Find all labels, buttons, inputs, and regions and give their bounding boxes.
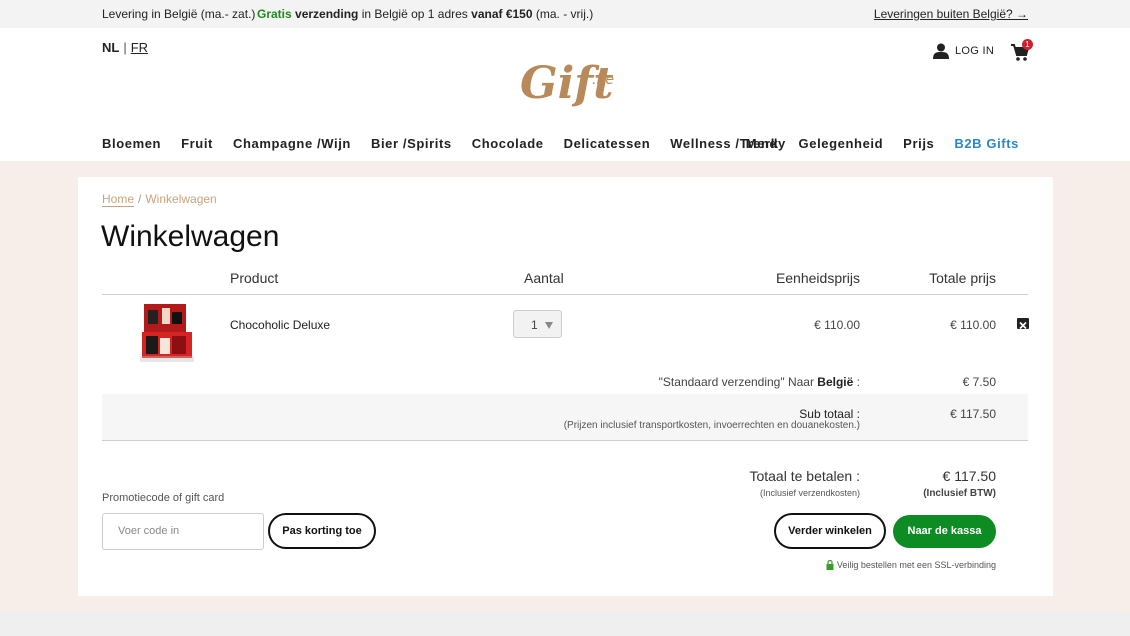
subtotal-row	[102, 394, 1028, 441]
lang-separator: |	[123, 40, 127, 55]
nav-item-bier-spirits[interactable]: Bier /Spirits	[371, 136, 452, 151]
total-price: € 110.00	[950, 318, 996, 332]
nav-item-delicatessen[interactable]: Delicatessen	[564, 136, 651, 151]
main-nav: Bloemen Fruit Champagne /Wijn Bier /Spir…	[102, 136, 806, 151]
lang-nl[interactable]: NL	[102, 40, 119, 55]
nav-item-chocolade[interactable]: Chocolade	[472, 136, 544, 151]
total-label: Totaal te betalen :	[749, 468, 860, 484]
delivery-info: Levering in België (ma.- zat.)	[102, 7, 256, 21]
secondary-nav: Merk Gelegenheid Prijs B2B Gifts	[726, 136, 1019, 151]
site-logo[interactable]: Gift .be	[520, 50, 615, 110]
breadcrumb-current: Winkelwagen	[145, 192, 217, 206]
subtotal-value: € 117.50	[950, 407, 996, 421]
col-header-unit-price: Eenheidsprijs	[775, 270, 860, 286]
total-value: € 117.50	[942, 468, 996, 484]
unit-price: € 110.00	[814, 318, 860, 332]
header-divider	[102, 294, 1028, 295]
cart-count-badge: 1	[1022, 39, 1033, 50]
ssl-note: Veilig bestellen met een SSL-verbinding	[826, 560, 996, 570]
breadcrumb: Home / Winkelwagen	[102, 192, 217, 207]
total-tax-note: (Inclusief BTW)	[923, 488, 996, 499]
nav-item-fruit[interactable]: Fruit	[181, 136, 213, 151]
nav-item-gelegenheid[interactable]: Gelegenheid	[799, 136, 884, 151]
total-note: (Inclusief verzendkosten)	[759, 488, 860, 498]
login-label: LOG IN	[955, 45, 995, 57]
abroad-delivery-link[interactable]: Leveringen buiten België? →	[874, 7, 1028, 21]
login-link[interactable]: LOG IN	[933, 43, 994, 59]
product-name[interactable]: Chocoholic Deluxe	[230, 318, 330, 332]
promo-label: Promotiecode of gift card	[102, 492, 225, 504]
language-switcher: NL | FR	[102, 40, 148, 55]
free-shipping-info: Gratis verzending in België op 1 adres v…	[257, 7, 594, 21]
top-bar: Levering in België (ma.- zat.) Gratis ve…	[0, 0, 1130, 28]
nav-item-bloemen[interactable]: Bloemen	[102, 136, 161, 151]
quantity-value: 1	[531, 318, 538, 332]
cart-button[interactable]: 1	[1011, 39, 1035, 64]
col-header-qty: Aantal	[524, 270, 564, 286]
shipping-value: € 7.50	[962, 375, 996, 389]
promo-code-input[interactable]: Voer code in	[102, 513, 264, 550]
nav-item-prijs[interactable]: Prijs	[903, 136, 934, 151]
nav-item-b2b-gifts[interactable]: B2B Gifts	[954, 136, 1019, 151]
page-title: Winkelwagen	[101, 220, 280, 253]
logo-suffix: .be	[592, 72, 614, 88]
quantity-select[interactable]: 1	[513, 310, 562, 338]
col-header-total-price: Totale prijs	[929, 270, 996, 286]
nav-item-champagne-wijn[interactable]: Champagne /Wijn	[233, 136, 351, 151]
site-header: NL | FR Gift .be LOG IN 1 Bloemen Fruit Ch…	[0, 28, 1130, 161]
continue-shopping-button[interactable]: Verder winkelen	[774, 513, 886, 549]
ssl-note-text: Veilig bestellen met een SSL-verbinding	[836, 560, 996, 570]
shipping-label: "Standaard verzending" Naar België :	[658, 375, 860, 389]
breadcrumb-separator: /	[138, 192, 142, 206]
breadcrumb-home[interactable]: Home	[102, 192, 135, 207]
subtotal-label: Sub totaal :	[799, 407, 860, 421]
checkout-button[interactable]: Naar de kassa	[893, 515, 996, 548]
nav-item-merk[interactable]: Merk	[746, 136, 779, 151]
lang-fr[interactable]: FR	[131, 40, 148, 55]
apply-discount-button[interactable]: Pas korting toe	[268, 513, 376, 549]
product-image[interactable]	[140, 302, 194, 364]
remove-icon[interactable]	[1017, 318, 1029, 330]
chevron-down-icon	[545, 322, 553, 329]
subtotal-note: (Prijzen inclusief transportkosten, invo…	[563, 420, 860, 431]
lock-icon	[826, 560, 834, 570]
col-header-product: Product	[230, 270, 279, 286]
user-icon	[933, 43, 949, 59]
